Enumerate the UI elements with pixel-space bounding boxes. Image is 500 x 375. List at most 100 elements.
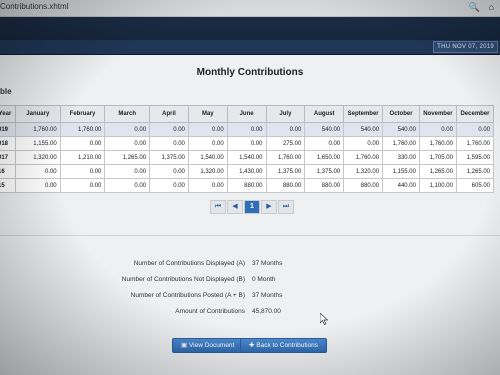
table-cell: 0.00 bbox=[104, 122, 151, 137]
summary-row: Number of Contributions Not Displayed (B… bbox=[0, 276, 500, 292]
contributions-table: Year January February March April May Ju… bbox=[0, 105, 495, 193]
table-cell: 1,760.00 bbox=[455, 136, 495, 151]
column-header-march: March bbox=[104, 105, 151, 123]
table-cell: 1,705.00 bbox=[418, 150, 457, 165]
table-row[interactable]: 150.000.000.000.000.00880.00880.00880.00… bbox=[0, 178, 495, 193]
table-cell: 1,540.00 bbox=[187, 150, 228, 165]
document-icon: ▣ bbox=[181, 342, 189, 349]
table-cell: 330.00 bbox=[382, 150, 420, 165]
summary-row: Number of Contributions Displayed (A) 37… bbox=[0, 260, 500, 276]
table-cell: 0.00 bbox=[104, 178, 151, 193]
table-row[interactable]: 0181,155.000.000.000.000.000.00275.000.0… bbox=[0, 136, 495, 151]
table-cell: 0.00 bbox=[59, 136, 106, 151]
table-cell: 0.00 bbox=[187, 178, 228, 193]
column-header-june: June bbox=[226, 105, 267, 123]
table-cell: 0.00 bbox=[226, 122, 267, 137]
column-header-may: May bbox=[187, 105, 228, 123]
pager-first-button[interactable]: ⏮ bbox=[210, 200, 226, 214]
table-cell: 0.00 bbox=[187, 136, 228, 151]
table-cell: 1,320.00 bbox=[343, 164, 384, 179]
pager-next-button[interactable]: ▶ bbox=[261, 200, 277, 214]
back-to-contributions-button[interactable]: ✚ Back to Contributions bbox=[240, 338, 328, 353]
column-header-year: Year bbox=[0, 105, 16, 123]
view-document-label: View Document bbox=[188, 342, 235, 349]
pager-prev-button[interactable]: ◀ bbox=[227, 200, 243, 214]
table-cell: 1,155.00 bbox=[14, 136, 61, 151]
table-row[interactable]: 160.000.000.000.001,320.001,430.001,375.… bbox=[0, 164, 495, 179]
column-header-september: September bbox=[343, 105, 384, 123]
table-cell: 0.00 bbox=[149, 136, 189, 151]
table-cell: 0.00 bbox=[149, 178, 189, 193]
table-cell: 1,760.00 bbox=[418, 136, 457, 151]
table-cell: 0.00 bbox=[149, 164, 189, 179]
table-header-row: Year January February March April May Ju… bbox=[0, 105, 495, 123]
search-icon[interactable]: 🔍 bbox=[469, 2, 480, 12]
section-label: ble bbox=[0, 87, 12, 96]
column-header-april: April bbox=[149, 105, 189, 123]
contribution-summary: Number of Contributions Displayed (A) 37… bbox=[0, 260, 500, 324]
column-header-october: October bbox=[382, 105, 420, 123]
table-cell: 1,265.00 bbox=[455, 164, 495, 179]
table-cell: 1,100.00 bbox=[418, 178, 457, 193]
screen: Contributions.xhtml 🔍 ⌂ THU NOV 07, 2019… bbox=[0, 0, 500, 375]
url-text[interactable]: Contributions.xhtml bbox=[0, 2, 68, 11]
view-document-button[interactable]: ▣ View Document bbox=[172, 338, 244, 353]
table-row[interactable]: 0191,760.001,760.000.000.000.000.000.005… bbox=[0, 122, 495, 137]
table-cell: 0.00 bbox=[59, 178, 106, 193]
pager-last-button[interactable]: ⏭ bbox=[278, 200, 294, 214]
table-cell: 605.00 bbox=[455, 178, 495, 193]
table-cell: 540.00 bbox=[382, 122, 420, 137]
column-header-november: November bbox=[418, 105, 457, 123]
summary-label: Number of Contributions Not Displayed (B… bbox=[121, 276, 245, 283]
table-row[interactable]: 0171,320.001,210.001,265.001,375.001,540… bbox=[0, 150, 495, 165]
table-cell: 0.00 bbox=[59, 164, 106, 179]
column-header-december: December bbox=[455, 105, 495, 123]
summary-value: 37 Months bbox=[252, 260, 283, 267]
table-cell: 880.00 bbox=[226, 178, 267, 193]
summary-value: 0 Month bbox=[252, 276, 276, 283]
table-cell: 0.00 bbox=[187, 122, 228, 137]
table-cell: 0.00 bbox=[149, 122, 189, 137]
table-cell: 1,375.00 bbox=[265, 164, 306, 179]
page-content: Monthly Contributions ble Year January F… bbox=[0, 55, 500, 375]
summary-value: 37 Months bbox=[252, 292, 283, 299]
home-icon[interactable]: ⌂ bbox=[489, 2, 494, 12]
table-cell: 1,155.00 bbox=[382, 164, 420, 179]
summary-value: 45,870.00 bbox=[252, 308, 281, 315]
table-cell: 0.00 bbox=[104, 164, 151, 179]
back-label: Back to Contributions bbox=[256, 342, 319, 349]
table-cell-year: 019 bbox=[0, 122, 16, 137]
pager-current-page[interactable]: 1 bbox=[244, 200, 260, 214]
table-cell-year: 018 bbox=[0, 136, 16, 151]
table-cell: 1,595.00 bbox=[455, 150, 495, 165]
table-cell-year: 017 bbox=[0, 150, 16, 165]
app-subheader: THU NOV 07, 2019 bbox=[0, 40, 500, 55]
table-cell: 0.00 bbox=[14, 164, 61, 179]
table-cell: 1,375.00 bbox=[149, 150, 189, 165]
table-cell: 0.00 bbox=[418, 122, 457, 137]
browser-url-bar[interactable]: Contributions.xhtml 🔍 ⌂ bbox=[0, 0, 500, 17]
table-cell: 1,760.00 bbox=[265, 150, 306, 165]
table-cell: 0.00 bbox=[343, 136, 384, 151]
summary-label: Amount of Contributions bbox=[175, 308, 245, 315]
table-cell: 0.00 bbox=[104, 136, 151, 151]
table-cell: 0.00 bbox=[304, 136, 345, 151]
table-cell: 880.00 bbox=[304, 178, 345, 193]
table-cell: 880.00 bbox=[265, 178, 306, 193]
table-cell: 275.00 bbox=[265, 136, 306, 151]
table-cell-year: 15 bbox=[0, 178, 16, 193]
summary-row: Amount of Contributions 45,870.00 bbox=[0, 308, 500, 324]
table-cell: 1,650.00 bbox=[304, 150, 345, 165]
column-header-january: January bbox=[14, 105, 61, 123]
table-pager: ⏮ ◀ 1 ▶ ⏭ bbox=[210, 200, 295, 214]
table-cell: 0.00 bbox=[265, 122, 306, 137]
table-cell: 1,320.00 bbox=[187, 164, 228, 179]
column-header-february: February bbox=[59, 105, 106, 123]
table-cell: 1,760.00 bbox=[59, 122, 106, 137]
table-cell: 1,540.00 bbox=[226, 150, 267, 165]
summary-row: Number of Contributions Posted (A + B) 3… bbox=[0, 292, 500, 308]
table-cell: 540.00 bbox=[343, 122, 384, 137]
table-cell: 1,760.00 bbox=[14, 122, 61, 137]
table-cell: 880.00 bbox=[343, 178, 384, 193]
table-cell: 1,760.00 bbox=[382, 136, 420, 151]
